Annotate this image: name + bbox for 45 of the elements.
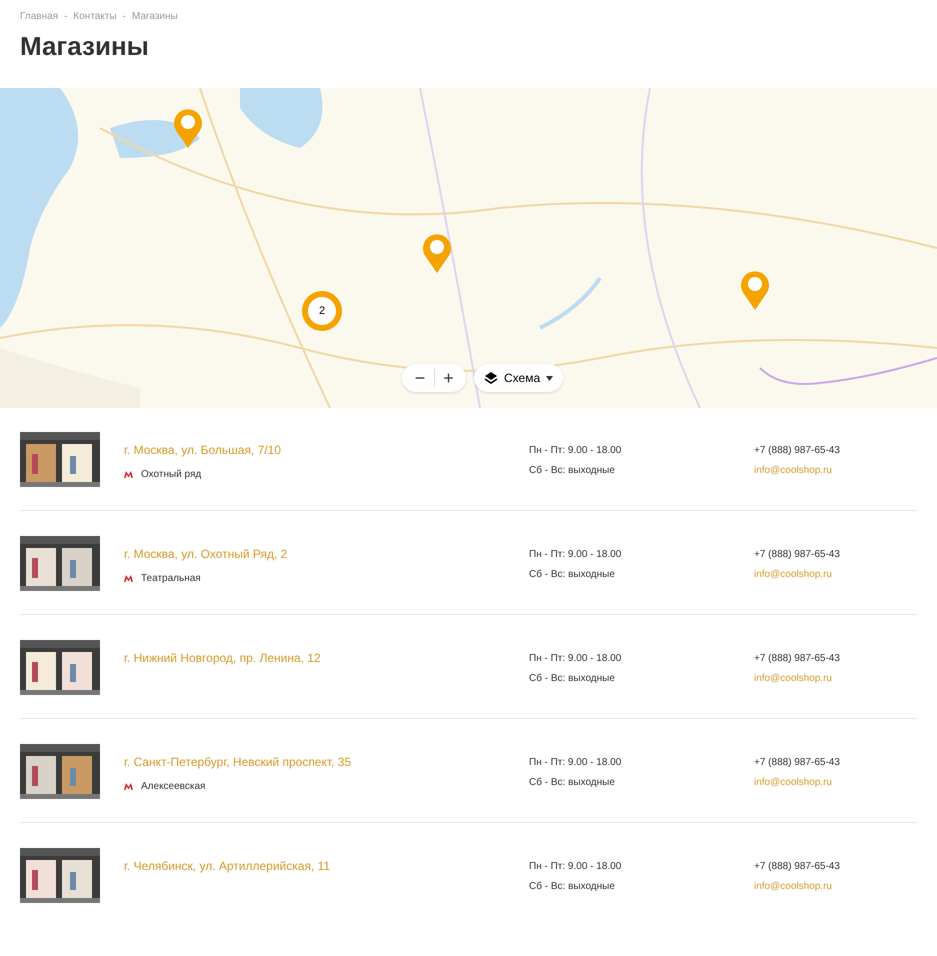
metro-station: Охотный ряд	[141, 468, 202, 482]
map-pin-icon[interactable]	[173, 108, 203, 148]
map-layer-button[interactable]: Схема	[474, 364, 564, 392]
metro-icon	[124, 471, 133, 478]
phone-number: +7 (888) 987-65-43	[754, 860, 840, 874]
breadcrumb-link[interactable]: Контакты	[73, 9, 117, 24]
store-address-link[interactable]: г. Москва, ул. Охотный Ряд, 2	[124, 545, 529, 563]
email-link[interactable]: info@coolshop.ru	[754, 879, 840, 894]
page-title: Магазины	[19, 33, 150, 59]
caret-icon	[546, 376, 554, 380]
map-pin-icon[interactable]	[422, 233, 452, 273]
metro-icon	[124, 575, 133, 582]
breadcrumb-link[interactable]: Главная	[20, 9, 58, 24]
opening-hours: Сб - Вс: выходные	[529, 672, 616, 686]
email-link[interactable]: info@coolshop.ru	[754, 463, 840, 478]
opening-hours: Сб - Вс: выходные	[529, 880, 616, 894]
opening-hours: Пн - Пт: 9.00 - 18.00	[529, 860, 622, 874]
opening-hours: Пн - Пт: 9.00 - 18.00	[529, 652, 622, 666]
zoom-in-button[interactable]: +	[434, 369, 462, 387]
opening-hours: Сб - Вс: выходные	[529, 776, 616, 790]
breadcrumb-separator: -	[64, 10, 68, 24]
store-address-link[interactable]: г. Челябинск, ул. Артиллерийская, 11	[124, 857, 529, 875]
opening-hours: Пн - Пт: 9.00 - 18.00	[529, 548, 622, 562]
email-link[interactable]: info@coolshop.ru	[754, 775, 840, 790]
metro-station: Алексеевская	[141, 780, 206, 794]
breadcrumb-link[interactable]: Магазины	[132, 9, 178, 24]
zoom-out-button[interactable]: −	[406, 369, 434, 387]
map-pin-icon[interactable]	[740, 270, 770, 310]
phone-number: +7 (888) 987-65-43	[754, 652, 840, 666]
breadcrumb-separator: -	[122, 10, 126, 24]
email-link[interactable]: info@coolshop.ru	[754, 671, 840, 686]
email-link[interactable]: info@coolshop.ru	[754, 567, 840, 582]
opening-hours: Пн - Пт: 9.00 - 18.00	[529, 756, 622, 770]
opening-hours: Пн - Пт: 9.00 - 18.00	[529, 444, 622, 458]
phone-number: +7 (888) 987-65-43	[754, 444, 840, 458]
layers-icon	[484, 371, 498, 385]
store-address-link[interactable]: г. Москва, ул. Большая, 7/10	[124, 441, 529, 459]
opening-hours: Сб - Вс: выходные	[529, 464, 616, 478]
phone-number: +7 (888) 987-65-43	[754, 548, 840, 562]
metro-icon	[124, 783, 133, 790]
phone-number: +7 (888) 987-65-43	[754, 756, 840, 770]
store-address-link[interactable]: г. Нижний Новгород, пр. Ленина, 12	[124, 649, 529, 667]
opening-hours: Сб - Вс: выходные	[529, 568, 616, 582]
store-address-link[interactable]: г. Санкт-Петербург, Невский проспект, 35	[124, 753, 529, 771]
metro-station: Театральная	[141, 572, 201, 586]
